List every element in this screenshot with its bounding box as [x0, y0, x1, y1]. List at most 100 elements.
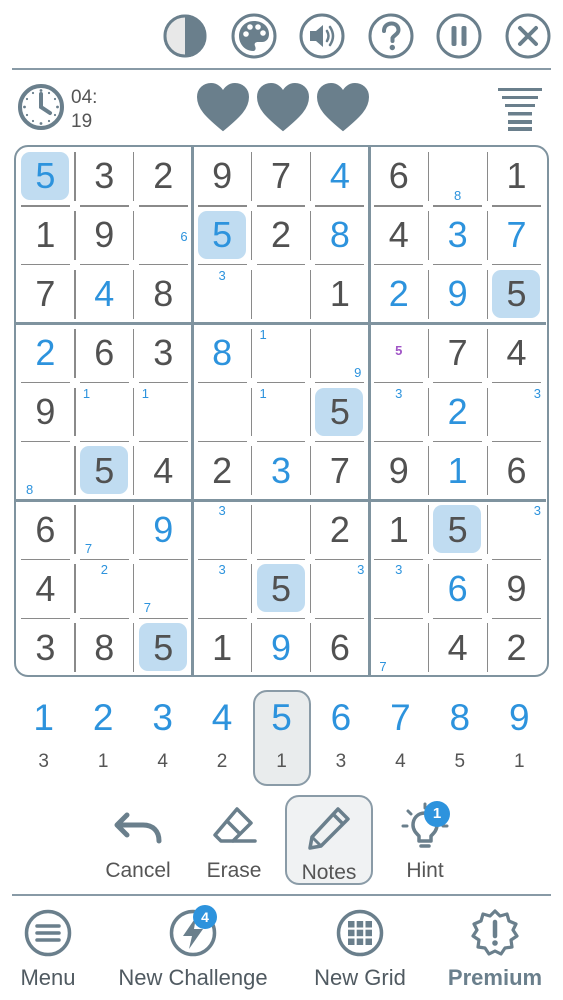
numpad-key-8[interactable]: 85 — [431, 690, 489, 786]
sudoku-cell[interactable]: 4 — [428, 618, 487, 677]
numpad-key-6[interactable]: 63 — [312, 690, 370, 786]
sudoku-cell[interactable]: 3 — [193, 500, 252, 559]
contrast-button[interactable] — [161, 12, 209, 60]
sudoku-cell[interactable]: 9 — [428, 265, 487, 324]
sudoku-cell[interactable]: 2 — [428, 383, 487, 442]
sudoku-cell[interactable]: 9 — [193, 147, 252, 206]
numpad-key-2[interactable]: 21 — [74, 690, 132, 786]
sudoku-cell[interactable]: 1 — [310, 265, 369, 324]
numpad-key-7[interactable]: 74 — [371, 690, 429, 786]
numpad-key-3[interactable]: 34 — [134, 690, 192, 786]
sudoku-cell[interactable]: 9 — [310, 324, 369, 383]
sudoku-cell[interactable]: 6 — [487, 441, 546, 500]
sudoku-cell[interactable]: 6 — [310, 618, 369, 677]
sudoku-cell[interactable]: 3 — [134, 324, 193, 383]
sudoku-cell[interactable]: 3 — [487, 383, 546, 442]
sudoku-cell[interactable]: 5 — [193, 206, 252, 265]
sudoku-cell[interactable]: 7 — [134, 559, 193, 618]
sudoku-cell[interactable]: 5 — [369, 324, 428, 383]
erase-button[interactable]: Erase — [190, 795, 278, 885]
sudoku-cell[interactable]: 1 — [193, 618, 252, 677]
sudoku-cell[interactable]: 6 — [134, 206, 193, 265]
sudoku-cell[interactable]: 4 — [134, 441, 193, 500]
sudoku-cell[interactable]: 1 — [428, 441, 487, 500]
sudoku-cell[interactable]: 6 — [75, 324, 134, 383]
sudoku-cell[interactable]: 7 — [428, 324, 487, 383]
nav-premium[interactable]: Premium — [436, 900, 554, 1000]
sudoku-cell[interactable]: 1 — [75, 383, 134, 442]
sudoku-cell[interactable]: 3 — [310, 559, 369, 618]
sudoku-cell[interactable]: 4 — [16, 559, 75, 618]
sudoku-cell[interactable]: 1 — [252, 383, 311, 442]
sudoku-cell[interactable]: 2 — [134, 147, 193, 206]
sudoku-cell[interactable]: 8 — [193, 324, 252, 383]
sudoku-cell[interactable]: 3 — [252, 441, 311, 500]
nav-menu[interactable]: Menu — [8, 900, 88, 1000]
sudoku-cell[interactable]: 1 — [16, 206, 75, 265]
sudoku-cell[interactable]: 1 — [134, 383, 193, 442]
sudoku-cell[interactable]: 2 — [75, 559, 134, 618]
numpad-key-5[interactable]: 51 — [252, 690, 311, 786]
sudoku-cell[interactable] — [252, 500, 311, 559]
sudoku-cell[interactable]: 4 — [369, 206, 428, 265]
hint-button[interactable]: Hint 1 — [381, 795, 469, 885]
difficulty-levels-icon[interactable] — [496, 84, 544, 132]
sudoku-cell[interactable]: 8 — [75, 618, 134, 677]
sudoku-cell[interactable]: 4 — [487, 324, 546, 383]
sudoku-cell[interactable]: 2 — [193, 441, 252, 500]
sudoku-cell[interactable]: 3 — [428, 206, 487, 265]
sudoku-cell[interactable]: 1 — [369, 500, 428, 559]
sudoku-cell[interactable]: 4 — [310, 147, 369, 206]
notes-button[interactable]: Notes — [285, 795, 373, 885]
sudoku-cell[interactable]: 2 — [487, 618, 546, 677]
sudoku-cell[interactable]: 1 — [487, 147, 546, 206]
sudoku-cell[interactable]: 6 — [369, 147, 428, 206]
sudoku-cell[interactable]: 2 — [310, 500, 369, 559]
sudoku-cell[interactable]: 7 — [487, 206, 546, 265]
sudoku-cell[interactable]: 7 — [310, 441, 369, 500]
sudoku-cell[interactable]: 6 — [16, 500, 75, 559]
sudoku-cell[interactable] — [252, 265, 311, 324]
sudoku-cell[interactable]: 4 — [75, 265, 134, 324]
sudoku-cell[interactable]: 5 — [487, 265, 546, 324]
numpad-key-1[interactable]: 13 — [15, 690, 73, 786]
sudoku-cell[interactable]: 7 — [369, 618, 428, 677]
sudoku-cell[interactable]: 3 — [487, 500, 546, 559]
sudoku-cell[interactable]: 2 — [16, 324, 75, 383]
sudoku-cell[interactable]: 2 — [252, 206, 311, 265]
sudoku-cell[interactable]: 5 — [75, 441, 134, 500]
sudoku-cell[interactable]: 3 — [16, 618, 75, 677]
sudoku-cell[interactable]: 7 — [16, 265, 75, 324]
sudoku-cell[interactable]: 5 — [16, 147, 75, 206]
sudoku-cell[interactable]: 1 — [252, 324, 311, 383]
sudoku-cell[interactable]: 3 — [193, 265, 252, 324]
sudoku-cell[interactable]: 5 — [428, 500, 487, 559]
nav-new-challenge[interactable]: New Challenge 4 — [102, 900, 284, 1000]
numpad-key-4[interactable]: 42 — [193, 690, 251, 786]
close-button[interactable] — [504, 12, 552, 60]
nav-new-grid[interactable]: New Grid — [300, 900, 420, 1000]
sudoku-cell[interactable]: 5 — [252, 559, 311, 618]
sudoku-cell[interactable]: 8 — [310, 206, 369, 265]
sudoku-cell[interactable]: 7 — [75, 500, 134, 559]
sudoku-cell[interactable]: 5 — [310, 383, 369, 442]
sudoku-cell[interactable]: 8 — [16, 441, 75, 500]
sudoku-cell[interactable]: 7 — [252, 147, 311, 206]
numpad-key-9[interactable]: 91 — [490, 690, 548, 786]
sudoku-cell[interactable]: 3 — [369, 559, 428, 618]
sudoku-cell[interactable]: 5 — [134, 618, 193, 677]
sudoku-cell[interactable] — [193, 383, 252, 442]
help-button[interactable] — [367, 12, 415, 60]
sudoku-cell[interactable]: 8 — [134, 265, 193, 324]
sudoku-cell[interactable]: 3 — [193, 559, 252, 618]
cancel-button[interactable]: Cancel — [94, 795, 182, 885]
sudoku-cell[interactable]: 2 — [369, 265, 428, 324]
sudoku-cell[interactable]: 3 — [75, 147, 134, 206]
sudoku-cell[interactable]: 3 — [369, 383, 428, 442]
sudoku-cell[interactable]: 9 — [487, 559, 546, 618]
sound-button[interactable] — [298, 12, 346, 60]
pause-button[interactable] — [435, 12, 483, 60]
sudoku-cell[interactable]: 6 — [428, 559, 487, 618]
sudoku-cell[interactable]: 9 — [134, 500, 193, 559]
sudoku-cell[interactable]: 9 — [369, 441, 428, 500]
